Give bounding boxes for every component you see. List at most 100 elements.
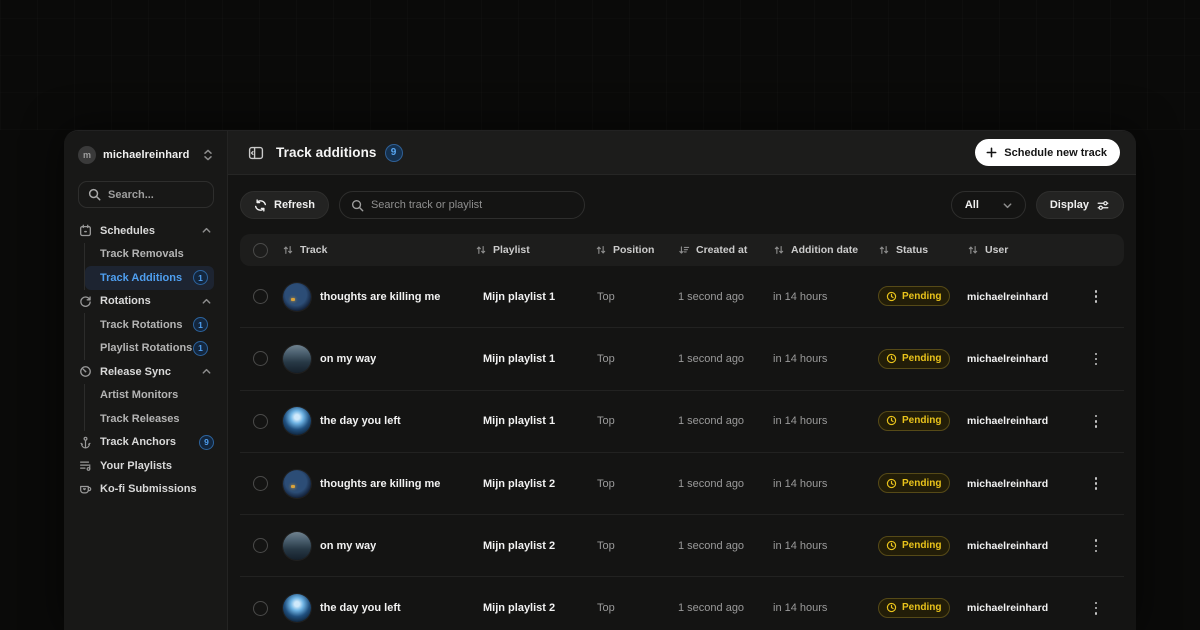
created-at-value: 1 second ago [678, 602, 773, 614]
status-label: Pending [902, 478, 941, 489]
refresh-label: Refresh [274, 199, 315, 211]
column-header-track[interactable]: Track [280, 244, 475, 256]
sidebar-item-playlist-rotations[interactable]: Playlist Rotations 1 [85, 337, 214, 361]
column-header-playlist[interactable]: Playlist [475, 244, 595, 256]
row-checkbox[interactable] [253, 538, 268, 553]
column-label: User [985, 244, 1008, 256]
row-checkbox[interactable] [253, 289, 268, 304]
track-title: the day you left [320, 602, 401, 614]
sidebar-item-schedules[interactable]: Schedules [78, 219, 214, 243]
sidebar-item-label: Track Removals [100, 248, 208, 260]
status-label: Pending [902, 291, 941, 302]
user-value: michaelreinhard [967, 415, 1068, 427]
sort-icon [475, 244, 487, 256]
user-value: michaelreinhard [967, 602, 1068, 614]
search-icon [88, 188, 101, 201]
status-badge: Pending [878, 473, 950, 493]
anchor-icon [78, 436, 92, 449]
status-badge: Pending [878, 598, 950, 618]
row-menu-button[interactable] [1087, 599, 1105, 618]
playlist-name: Mijn playlist 2 [475, 602, 595, 614]
sidebar-item-release-sync[interactable]: Release Sync [78, 360, 214, 384]
user-value: michaelreinhard [967, 478, 1068, 490]
refresh-icon [254, 199, 267, 212]
sidebar-item-label: Ko-fi Submissions [100, 483, 214, 495]
column-header-status[interactable]: Status [878, 244, 967, 256]
search-input[interactable] [108, 189, 204, 201]
sidebar-item-track-rotations[interactable]: Track Rotations 1 [85, 313, 214, 337]
column-header-user[interactable]: User [967, 244, 1068, 256]
playlist-name: Mijn playlist 2 [475, 540, 595, 552]
schedule-new-track-button[interactable]: Schedule new track [975, 139, 1120, 166]
sidebar-nav: Schedules Track Removals Track Additions… [78, 219, 214, 501]
avatar: m [78, 146, 96, 164]
sidebar-item-rotations[interactable]: Rotations [78, 290, 214, 314]
row-menu-button[interactable] [1087, 474, 1105, 493]
sidebar-item-track-releases[interactable]: Track Releases [85, 407, 214, 431]
sort-icon [878, 244, 890, 256]
track-artwork [283, 594, 311, 622]
chevron-up-icon [201, 366, 212, 377]
row-menu-button[interactable] [1087, 536, 1105, 555]
sidebar-item-kofi-submissions[interactable]: Ko-fi Submissions [78, 478, 214, 502]
user-menu[interactable]: m michaelreinhard [78, 145, 214, 165]
column-header-position[interactable]: Position [595, 244, 678, 256]
user-value: michaelreinhard [967, 540, 1068, 552]
playlist-icon [78, 459, 92, 472]
sidebar-item-artist-monitors[interactable]: Artist Monitors [85, 384, 214, 408]
table-row: the day you left Mijn playlist 1 Top 1 s… [240, 391, 1124, 453]
sidebar-item-label: Track Rotations [100, 319, 193, 331]
row-checkbox[interactable] [253, 414, 268, 429]
user-value: michaelreinhard [967, 353, 1068, 365]
row-menu-button[interactable] [1087, 287, 1105, 306]
created-at-value: 1 second ago [678, 415, 773, 427]
position-value: Top [595, 540, 678, 552]
table-search[interactable] [339, 191, 585, 219]
sidebar-item-track-removals[interactable]: Track Removals [85, 243, 214, 267]
table-row: on my way Mijn playlist 2 Top 1 second a… [240, 515, 1124, 577]
column-label: Playlist [493, 244, 530, 256]
page-count-badge: 9 [385, 144, 403, 162]
status-badge: Pending [878, 286, 950, 306]
status-filter-select[interactable]: All [951, 191, 1026, 219]
display-button[interactable]: Display [1036, 191, 1124, 219]
row-menu-button[interactable] [1087, 412, 1105, 431]
track-title: on my way [320, 353, 376, 365]
chevron-up-down-icon [202, 148, 214, 162]
sync-icon [78, 365, 92, 378]
select-all-checkbox[interactable] [253, 243, 268, 258]
position-value: Top [595, 353, 678, 365]
addition-date-value: in 14 hours [773, 353, 878, 365]
rotations-subgroup: Track Rotations 1 Playlist Rotations 1 [84, 313, 214, 360]
refresh-button[interactable]: Refresh [240, 191, 329, 219]
row-checkbox[interactable] [253, 476, 268, 491]
position-value: Top [595, 602, 678, 614]
schedule-new-track-label: Schedule new track [1004, 147, 1107, 159]
sidebar-item-track-anchors[interactable]: Track Anchors 9 [78, 431, 214, 455]
row-checkbox[interactable] [253, 601, 268, 616]
sidebar-item-label: Rotations [100, 295, 193, 307]
track-artwork [283, 532, 311, 560]
table-search-input[interactable] [371, 199, 573, 211]
track-title: thoughts are killing me [320, 291, 440, 303]
chevron-up-icon [201, 296, 212, 307]
status-badge: Pending [878, 536, 950, 556]
count-badge: 1 [193, 270, 208, 285]
addition-date-value: in 14 hours [773, 291, 878, 303]
toolbar: Refresh All Display [228, 175, 1136, 219]
column-header-addition-date[interactable]: Addition date [773, 244, 878, 256]
column-header-created-at[interactable]: Created at [678, 244, 773, 256]
track-artwork [283, 345, 311, 373]
row-checkbox[interactable] [253, 351, 268, 366]
collapse-sidebar-icon[interactable] [248, 145, 264, 161]
sidebar-item-label: Track Additions [100, 272, 193, 284]
table-row: thoughts are killing me Mijn playlist 2 … [240, 453, 1124, 515]
user-name: michaelreinhard [103, 149, 195, 161]
sidebar-item-track-additions[interactable]: Track Additions 1 [85, 266, 214, 290]
sidebar-search[interactable] [78, 181, 214, 208]
release-sync-subgroup: Artist Monitors Track Releases [84, 384, 214, 431]
page-title: Track additions [276, 145, 377, 160]
created-at-value: 1 second ago [678, 291, 773, 303]
row-menu-button[interactable] [1087, 350, 1105, 369]
sidebar-item-your-playlists[interactable]: Your Playlists [78, 454, 214, 478]
